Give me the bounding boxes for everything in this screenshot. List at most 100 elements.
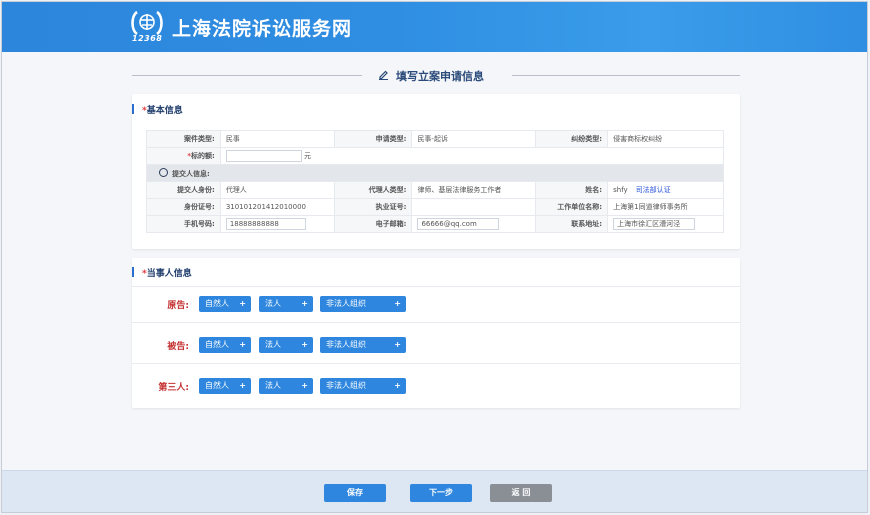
court-logo[interactable]: 12368 (130, 10, 166, 44)
apply-type-label: 申请类型: (333, 130, 413, 148)
submitter-subheader: 提交人信息: (146, 164, 724, 182)
name-label: 姓名: (535, 181, 609, 199)
add-third-party-natural-person-button[interactable]: 自然人 + (199, 378, 251, 394)
parties-heading: *当事人信息 (132, 266, 192, 279)
main-content: 填写立案申请信息 *基本信息 案件类型: 民事 申请类型: 民事-起诉 纠纷类型… (2, 52, 867, 470)
logo-number: 12368 (132, 34, 163, 43)
defendant-row: 被告: 自然人 + 法人 + 非法人组织 + (132, 328, 740, 364)
page-title: 填写立案申请信息 (378, 68, 484, 84)
button-label: 法人 (265, 381, 281, 390)
table-row: 提交人身份: 代理人 代理人类型: 律师、基层法律服务工作者 姓名: shfy 司… (146, 181, 724, 199)
basic-info-card: *基本信息 案件类型: 民事 申请类型: 民事-起诉 纠纷类型: 侵害商标权纠纷… (132, 94, 740, 249)
address-label: 联系地址: (535, 215, 609, 233)
plus-icon: + (394, 340, 401, 349)
basic-info-heading-text: 基本信息 (146, 106, 183, 116)
table-row: 身份证号: 310101201412010000 执业证号: 工作单位名称: 上… (146, 198, 724, 216)
site-title[interactable]: 上海法院诉讼服务网 (172, 14, 352, 41)
add-defendant-natural-person-button[interactable]: 自然人 + (199, 337, 251, 353)
plus-icon: + (394, 381, 401, 390)
add-third-party-unincorporated-org-button[interactable]: 非法人组织 + (320, 378, 406, 394)
site-header: 12368 上海法院诉讼服务网 (2, 2, 867, 52)
amount-label: 标的额: (191, 152, 215, 160)
verify-link[interactable]: 司法部认证 (636, 186, 671, 194)
court-emblem-icon (131, 10, 163, 36)
button-label: 非法人组织 (326, 299, 366, 308)
dispute-type-label: 纠纷类型: (535, 130, 609, 148)
app-window: 12368 上海法院诉讼服务网 填写立案申请信息 *基本信息 案件类型: 民事 … (1, 1, 868, 513)
user-icon (159, 167, 168, 177)
agent-type-value: 律师、基层法律服务工作者 (411, 181, 537, 199)
table-row: *标的额: 元 (146, 147, 725, 165)
case-type-value: 民事 (219, 130, 335, 148)
section-bar (132, 267, 134, 277)
footer-action-bar: 保存 下一步 返 回 (2, 470, 867, 512)
button-label: 自然人 (205, 381, 229, 390)
add-plaintiff-unincorporated-org-button[interactable]: 非法人组织 + (320, 296, 406, 312)
back-button[interactable]: 返 回 (490, 484, 552, 502)
save-button[interactable]: 保存 (324, 484, 386, 502)
defendant-label: 被告: (167, 342, 189, 352)
third-party-row: 第三人: 自然人 + 法人 + 非法人组织 + (132, 369, 740, 405)
plus-icon: + (301, 299, 308, 308)
button-label: 自然人 (205, 299, 229, 308)
button-label: 非法人组织 (326, 381, 366, 390)
plaintiff-row: 原告: 自然人 + 法人 + 非法人组织 + (132, 287, 740, 323)
add-defendant-legal-person-button[interactable]: 法人 + (259, 337, 313, 353)
plus-icon: + (394, 299, 401, 308)
email-cell: 66666@qq.com (411, 215, 537, 233)
plus-icon: + (239, 381, 246, 390)
submitter-label: 提交人信息: (172, 169, 210, 178)
email-label: 电子邮箱: (333, 215, 413, 233)
parties-card: *当事人信息 原告: 自然人 + 法人 + 非法人组织 + 被告: 自然人 + 法人 + … (132, 258, 740, 408)
button-label: 非法人组织 (326, 340, 366, 349)
table-row: 手机号码: 18888888888 电子邮箱: 66666@qq.com 联系地… (146, 215, 724, 233)
add-plaintiff-legal-person-button[interactable]: 法人 + (259, 296, 313, 312)
address-input[interactable]: 上海市徐汇区漕河泾 (613, 218, 696, 230)
plus-icon: + (239, 340, 246, 349)
name-value: shfy (613, 186, 628, 194)
pencil-icon (378, 69, 390, 83)
address-cell: 上海市徐汇区漕河泾 (607, 215, 724, 233)
button-label: 法人 (265, 340, 281, 349)
license-label: 执业证号: (333, 198, 413, 216)
phone-label: 手机号码: (146, 215, 221, 233)
name-cell: shfy 司法部认证 (607, 181, 724, 199)
third-party-label: 第三人: (158, 383, 189, 393)
phone-input[interactable]: 18888888888 (225, 218, 306, 230)
id-number-label: 身份证号: (146, 198, 221, 216)
identity-value: 代理人 (219, 181, 335, 199)
plus-icon: + (239, 299, 246, 308)
basic-info-heading: *基本信息 (132, 103, 183, 116)
amount-label-cell: *标的额: (146, 147, 221, 165)
email-input[interactable]: 66666@qq.com (417, 218, 500, 230)
add-defendant-unincorporated-org-button[interactable]: 非法人组织 + (320, 337, 406, 353)
amount-cell: 元 (219, 147, 725, 165)
plus-icon: + (301, 340, 308, 349)
page-title-text: 填写立案申请信息 (396, 70, 484, 83)
add-third-party-legal-person-button[interactable]: 法人 + (259, 378, 313, 394)
add-plaintiff-natural-person-button[interactable]: 自然人 + (199, 296, 251, 312)
section-bar (132, 104, 134, 114)
parties-heading-text: 当事人信息 (146, 269, 192, 279)
submitter-subheader-cell: 提交人信息: (146, 164, 724, 182)
button-label: 法人 (265, 299, 281, 308)
agent-type-label: 代理人类型: (333, 181, 413, 199)
apply-type-value: 民事-起诉 (411, 130, 537, 148)
case-type-label: 案件类型: (146, 130, 221, 148)
amount-input[interactable] (225, 150, 302, 162)
workplace-value: 上海第1同道律师事务所 (607, 198, 724, 216)
id-number-value: 310101201412010000 (219, 198, 335, 216)
plus-icon: + (301, 381, 308, 390)
dispute-type-value: 侵害商标权纠纷 (607, 130, 724, 148)
identity-label: 提交人身份: (146, 181, 221, 199)
basic-info-table: 案件类型: 民事 申请类型: 民事-起诉 纠纷类型: 侵害商标权纠纷 *标的额:… (146, 130, 725, 233)
next-step-button[interactable]: 下一步 (410, 484, 472, 502)
license-value (411, 198, 537, 216)
amount-unit: 元 (304, 152, 312, 160)
plaintiff-label: 原告: (167, 301, 189, 311)
button-label: 自然人 (205, 340, 229, 349)
title-divider-right (512, 75, 740, 76)
table-row: 案件类型: 民事 申请类型: 民事-起诉 纠纷类型: 侵害商标权纠纷 (146, 130, 724, 148)
title-divider-left (132, 75, 362, 76)
phone-cell: 18888888888 (219, 215, 335, 233)
